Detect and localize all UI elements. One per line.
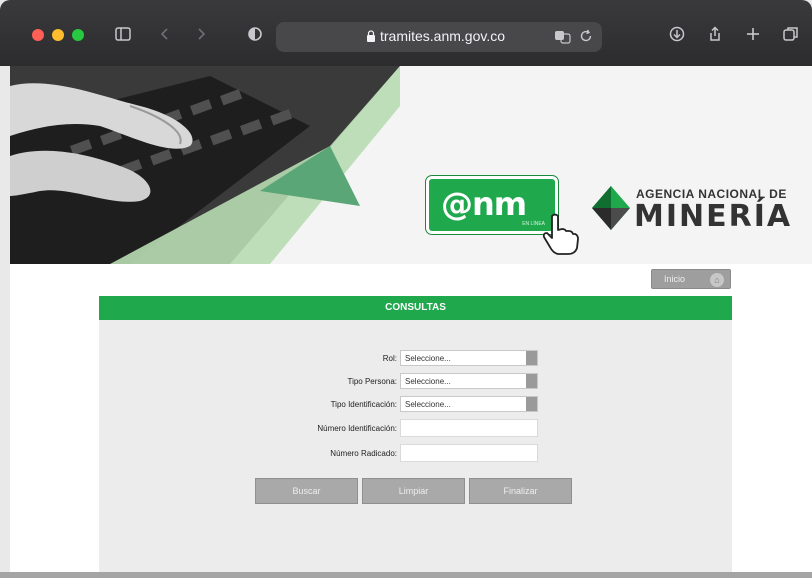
anm-logo: @nm EN LÍNEA <box>426 176 558 234</box>
header-banner: @nm EN LÍNEA AGENCIA NACIONAL DE MINERÍA <box>10 66 812 264</box>
dropdown-arrow-icon <box>526 397 537 411</box>
limpiar-button[interactable]: Limpiar <box>362 478 465 504</box>
tipo-identificacion-label: Tipo Identificación: <box>330 400 397 409</box>
web-page: @nm EN LÍNEA AGENCIA NACIONAL DE MINERÍA… <box>10 66 812 578</box>
pointer-hand-icon <box>542 213 579 255</box>
browser-toolbar: tramites.anm.gov.co <box>0 0 812 66</box>
rol-select[interactable]: Seleccione... <box>400 350 538 366</box>
forward-icon[interactable] <box>188 22 214 46</box>
logo-text: @nm <box>441 185 527 223</box>
sidebar-icon[interactable] <box>110 22 136 46</box>
buscar-button[interactable]: Buscar <box>255 478 358 504</box>
tipo-identificacion-select-value: Seleccione... <box>405 400 451 409</box>
agency-name-line2: MINERÍA <box>634 199 793 234</box>
rol-label: Rol: <box>382 354 397 363</box>
consultas-panel: CONSULTAS Rol: Seleccione... Tipo Person… <box>99 296 732 578</box>
back-icon[interactable] <box>152 22 178 46</box>
dropdown-arrow-icon <box>526 351 537 365</box>
numero-radicado-input[interactable] <box>400 444 538 462</box>
lock-icon <box>367 30 375 42</box>
finalizar-button[interactable]: Finalizar <box>469 478 572 504</box>
agency-diamond-icon <box>592 186 630 230</box>
inicio-button[interactable]: Inicio ⌂ <box>651 269 731 289</box>
minimize-window-button[interactable] <box>52 29 64 41</box>
address-text: tramites.anm.gov.co <box>380 28 506 44</box>
bottom-scroll-bar <box>0 572 812 578</box>
tipo-identificacion-select[interactable]: Seleccione... <box>400 396 538 412</box>
tipo-persona-label: Tipo Persona: <box>347 377 397 386</box>
inicio-label: Inicio <box>664 274 686 284</box>
tabs-overview-icon[interactable] <box>778 22 804 46</box>
share-icon[interactable] <box>702 22 728 46</box>
reload-icon[interactable] <box>578 28 594 44</box>
zoom-window-button[interactable] <box>72 29 84 41</box>
new-tab-icon[interactable] <box>740 22 766 46</box>
address-bar[interactable]: tramites.anm.gov.co <box>276 22 602 52</box>
numero-identificacion-input[interactable] <box>400 419 538 437</box>
keyboard-hands-image <box>10 66 400 264</box>
tipo-persona-select-value: Seleccione... <box>405 377 451 386</box>
translate-icon[interactable] <box>554 30 572 44</box>
home-icon: ⌂ <box>710 273 724 287</box>
rol-select-value: Seleccione... <box>405 354 451 363</box>
numero-radicado-label: Número Radicado: <box>330 449 397 458</box>
tipo-persona-select[interactable]: Seleccione... <box>400 373 538 389</box>
dropdown-arrow-icon <box>526 374 537 388</box>
panel-title: CONSULTAS <box>99 296 732 320</box>
privacy-icon[interactable] <box>242 22 268 46</box>
numero-identificacion-label: Número Identificación: <box>317 424 397 433</box>
download-icon[interactable] <box>664 22 690 46</box>
close-window-button[interactable] <box>32 29 44 41</box>
